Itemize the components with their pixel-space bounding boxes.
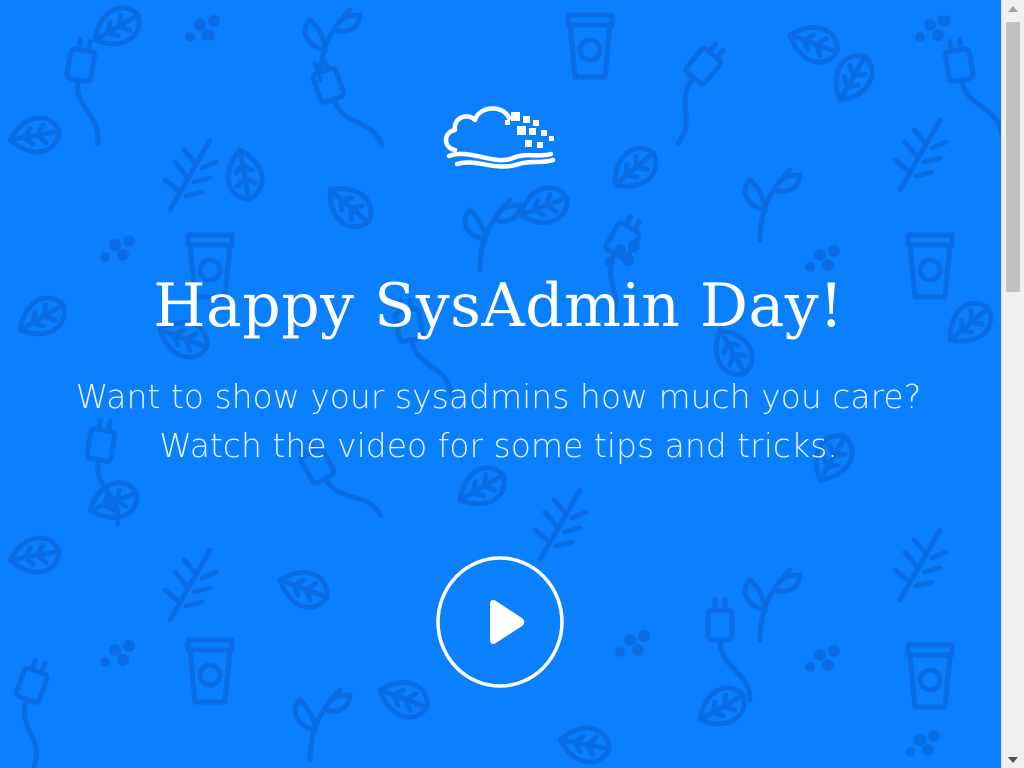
- cloud-logo-icon: [443, 106, 556, 169]
- vertical-scrollbar[interactable]: [1001, 0, 1024, 768]
- scrollbar-thumb[interactable]: [1006, 22, 1020, 292]
- subtitle-line-2: Watch the video for some tips and tricks…: [159, 426, 838, 465]
- page-subtitle: Want to show your sysadmins how much you…: [0, 372, 997, 470]
- scroll-up-arrow-icon[interactable]: [1002, 0, 1024, 17]
- page-title: Happy SysAdmin Day!: [153, 271, 844, 341]
- subtitle-line-1: Want to show your sysadmins how much you…: [75, 377, 922, 416]
- play-icon: [490, 600, 525, 644]
- video-play-button[interactable]: [436, 556, 564, 688]
- scroll-down-arrow-icon[interactable]: [1002, 751, 1024, 768]
- page-viewport: Happy SysAdmin Day! Want to show your sy…: [0, 0, 1001, 768]
